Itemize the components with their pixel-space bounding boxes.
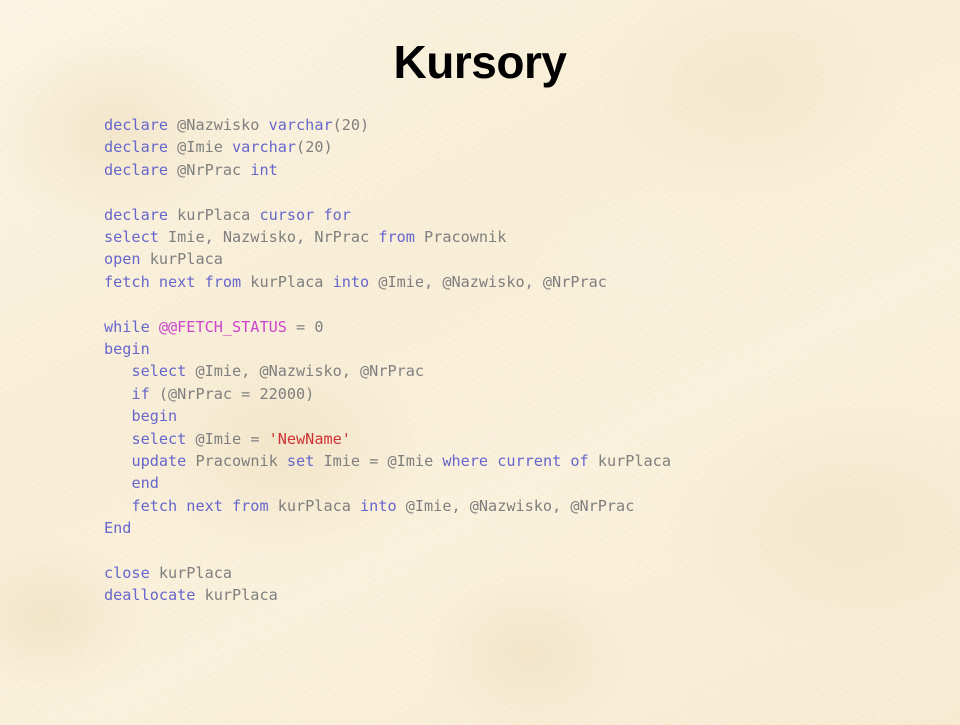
code-line: close kurPlaca <box>104 562 934 584</box>
code-line: if (@NrPrac = 22000) <box>104 383 934 405</box>
code-token-kw: where current of <box>442 452 589 471</box>
code-token-kw: begin <box>131 407 178 426</box>
code-line: select @Imie = 'NewName' <box>104 428 934 450</box>
code-token-kw: select <box>104 228 159 247</box>
code-token-kw: select <box>131 429 187 448</box>
code-token-kw: begin <box>104 340 150 359</box>
code-token-kw: int <box>250 160 278 179</box>
code-line: deallocate kurPlaca <box>104 584 934 606</box>
slide-canvas: Kursory declare @Nazwisko varchar(20) dec… <box>0 0 960 725</box>
code-token-id: @Imie = <box>186 429 269 448</box>
code-token-kw: fetch next from <box>131 496 269 515</box>
code-token-kw: from <box>378 228 415 247</box>
code-line: select @Imie, @Nazwisko, @NrPrac <box>104 360 934 382</box>
code-line: declare kurPlaca cursor for <box>104 204 934 226</box>
code-token-kw: declare <box>104 116 169 134</box>
code-line: open kurPlaca <box>104 248 934 270</box>
code-token-kw: open <box>104 250 141 269</box>
code-token-id: kurPlaca <box>168 205 260 224</box>
code-token-id: Pracownik <box>414 228 507 247</box>
code-token-kw: select <box>131 362 187 381</box>
code-line: declare @NrPrac int <box>104 159 934 181</box>
code-line: fetch next from kurPlaca into @Imie, @Na… <box>104 271 934 293</box>
code-line: begin <box>104 338 934 360</box>
code-token-kw: declare <box>104 205 169 224</box>
code-token-id: kurPlaca <box>140 250 223 269</box>
code-token-id: (20) <box>296 138 333 157</box>
sql-code-block: declare @Nazwisko varchar(20) declare @Im… <box>104 114 934 607</box>
code-token-kw: varchar <box>232 138 297 157</box>
code-line: declare @Imie varchar(20) <box>104 136 934 158</box>
code-line: fetch next from kurPlaca into @Imie, @Na… <box>104 495 934 517</box>
code-line: declare @Nazwisko varchar(20) <box>104 114 934 136</box>
code-token-id: kurPlaca <box>588 452 671 471</box>
code-token-id: Pracownik <box>186 452 287 471</box>
code-token-id: (20) <box>332 116 370 134</box>
code-token-id: @Imie, @Nazwisko, @NrPrac <box>396 496 635 515</box>
code-token-id: @Nazwisko <box>168 116 269 134</box>
code-token-id: @Imie, @Nazwisko, @NrPrac <box>186 362 425 381</box>
code-line: update Pracownik set Imie = @Imie where … <box>104 450 934 472</box>
code-token-sys: @@FETCH_STATUS <box>158 317 287 336</box>
code-token-kw: end <box>131 474 159 493</box>
code-token-str: 'NewName' <box>268 429 351 448</box>
code-token-kw: varchar <box>268 116 333 134</box>
code-token-id: (@NrPrac = 22000) <box>149 384 315 403</box>
code-line: while @@FETCH_STATUS = 0 <box>104 316 934 338</box>
code-token-id: kurPlaca <box>241 272 333 291</box>
code-token-kw: fetch next from <box>104 272 242 291</box>
code-line: begin <box>104 405 934 427</box>
code-token-kw: deallocate <box>104 586 196 605</box>
code-token-id: kurPlaca <box>149 564 233 583</box>
code-line: End <box>104 517 934 539</box>
code-line: select Imie, Nazwisko, NrPrac from Praco… <box>104 226 934 248</box>
code-token-kw: close <box>104 564 150 583</box>
code-token-id: Imie, Nazwisko, NrPrac <box>158 228 379 247</box>
code-token-kw: while <box>104 317 150 336</box>
slide-title: Kursory <box>393 36 567 88</box>
code-token-id: @Imie <box>168 138 233 157</box>
code-token-kw: into <box>332 272 370 291</box>
code-token-kw: into <box>360 496 397 515</box>
code-token-kw: set <box>286 452 315 471</box>
code-token-id: Imie = @Imie <box>314 452 443 471</box>
code-token-id: = 0 <box>286 317 324 336</box>
code-token-kw: End <box>104 519 132 538</box>
code-token-id <box>150 318 159 336</box>
code-token-id: @NrPrac <box>168 160 251 179</box>
code-token-kw: update <box>131 452 187 471</box>
code-token-kw: declare <box>104 138 169 157</box>
code-token-id: kurPlaca <box>195 586 278 605</box>
code-token-kw: if <box>131 384 150 403</box>
code-token-kw: declare <box>104 160 169 179</box>
code-token-id: kurPlaca <box>268 496 361 515</box>
code-token-kw: cursor for <box>259 205 351 224</box>
code-token-id: @Imie, @Nazwisko, @NrPrac <box>369 272 607 291</box>
code-line: end <box>104 472 934 494</box>
